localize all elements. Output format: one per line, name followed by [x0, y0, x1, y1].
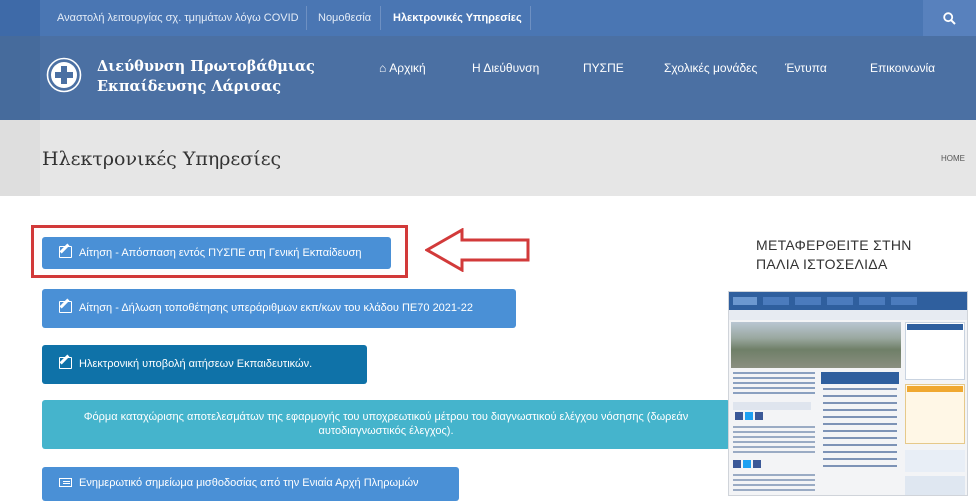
top-separator	[380, 6, 381, 30]
old-site-heading[interactable]: ΜΕΤΑΦΕΡΘΕΙΤΕ ΣΤΗΝ ΠΑΛΙΑ ΙΣΤΟΣΕΛΙΔΑ	[756, 236, 912, 274]
brand-line2: Εκπαίδευσης Λάρισας	[97, 78, 282, 95]
thumb-links-list	[823, 388, 897, 468]
site-brand[interactable]: Διεύθυνση Πρωτοβάθμιας Εκπαίδευσης Λάρισ…	[97, 57, 315, 97]
thumb-twitter-icon	[743, 460, 751, 468]
service-label-line2: αυτοδιαγνωστικός έλεγχος).	[318, 425, 454, 437]
service-button-surplus-teachers[interactable]: Αίτηση - Δήλωση τοποθέτησης υπεράριθμων …	[42, 289, 516, 328]
top-separator	[306, 6, 307, 30]
thumb-news-text	[733, 474, 815, 494]
top-separator	[530, 6, 531, 30]
top-link-covid[interactable]: Αναστολή λειτουργίας σχ. τμημάτων λόγω C…	[57, 0, 299, 36]
thumb-links-header	[821, 372, 899, 384]
top-link-legislation[interactable]: Νομοθεσία	[318, 0, 371, 36]
service-button-teacher-applications[interactable]: Ηλεκτρονική υποβολή αιτήσεων Εκπαιδευτικ…	[42, 345, 367, 384]
thumb-banner	[905, 476, 965, 495]
thumb-events-header	[907, 386, 963, 392]
nav-schools[interactable]: Σχολικές μονάδες	[664, 61, 757, 75]
edit-icon	[59, 357, 72, 369]
thumb-share-icon	[755, 412, 763, 420]
thumb-events-box	[905, 384, 965, 444]
page-title: Ηλεκτρονικές Υπηρεσίες	[42, 148, 282, 170]
nav-contact[interactable]: Επικοινωνία	[870, 61, 935, 75]
service-label: Αίτηση - Δήλωση τοποθέτησης υπεράριθμων …	[79, 302, 473, 314]
thumb-nav-item	[733, 297, 757, 305]
arrow-left-icon	[425, 228, 530, 272]
old-site-heading-line1: ΜΕΤΑΦΕΡΘΕΙΤΕ ΣΤΗΝ	[756, 237, 912, 253]
search-icon	[943, 12, 956, 25]
thumb-share-icon	[753, 460, 761, 468]
thumb-share-row	[733, 402, 811, 410]
edit-icon	[59, 301, 72, 313]
thumb-news-text	[733, 372, 815, 396]
logo-cross-icon[interactable]	[46, 57, 82, 93]
thumb-facebook-icon	[733, 460, 741, 468]
old-site-thumbnail[interactable]	[728, 291, 968, 496]
thumb-nav-item	[859, 297, 885, 305]
service-label: Ηλεκτρονική υποβολή αιτήσεων Εκπαιδευτικ…	[79, 358, 313, 370]
thumb-nav-item	[891, 297, 917, 305]
thumb-nav-item	[827, 297, 853, 305]
thumb-banner	[905, 450, 965, 472]
thumb-subbar	[729, 310, 967, 320]
nav-forms[interactable]: Έντυπα	[785, 61, 827, 75]
service-button-covid-selftest[interactable]: Φόρμα καταχώρισης αποτελεσμάτων της εφαρ…	[42, 400, 730, 449]
thumb-facebook-icon	[735, 412, 743, 420]
nav-directorate[interactable]: Η Διεύθυνση	[472, 61, 539, 75]
thumb-twitter-icon	[745, 412, 753, 420]
thumb-weather-header	[907, 324, 963, 330]
top-link-e-services[interactable]: Ηλεκτρονικές Υπηρεσίες	[393, 0, 522, 36]
thumb-nav-item	[795, 297, 821, 305]
nav-home[interactable]: ⌂ Αρχική	[379, 61, 426, 75]
old-site-heading-line2: ΠΑΛΙΑ ΙΣΤΟΣΕΛΙΔΑ	[756, 256, 888, 272]
thumb-news-text	[733, 426, 815, 456]
nav-home-label: Αρχική	[389, 61, 426, 75]
search-button[interactable]	[923, 0, 976, 36]
list-icon	[59, 478, 72, 487]
home-icon: ⌂	[379, 61, 387, 75]
brand-line1: Διεύθυνση Πρωτοβάθμιας	[97, 58, 315, 75]
thumb-city-photo	[731, 322, 901, 368]
highlight-box	[31, 225, 408, 278]
thumb-weather-box	[905, 322, 965, 380]
service-label: Ενημερωτικό σημείωμα μισθοδοσίας από την…	[79, 477, 419, 489]
nav-pyspe[interactable]: ΠΥΣΠΕ	[583, 61, 624, 75]
service-label-line1: Φόρμα καταχώρισης αποτελεσμάτων της εφαρ…	[83, 411, 689, 423]
breadcrumb-home[interactable]: HOME	[941, 154, 965, 163]
thumb-nav-item	[763, 297, 789, 305]
